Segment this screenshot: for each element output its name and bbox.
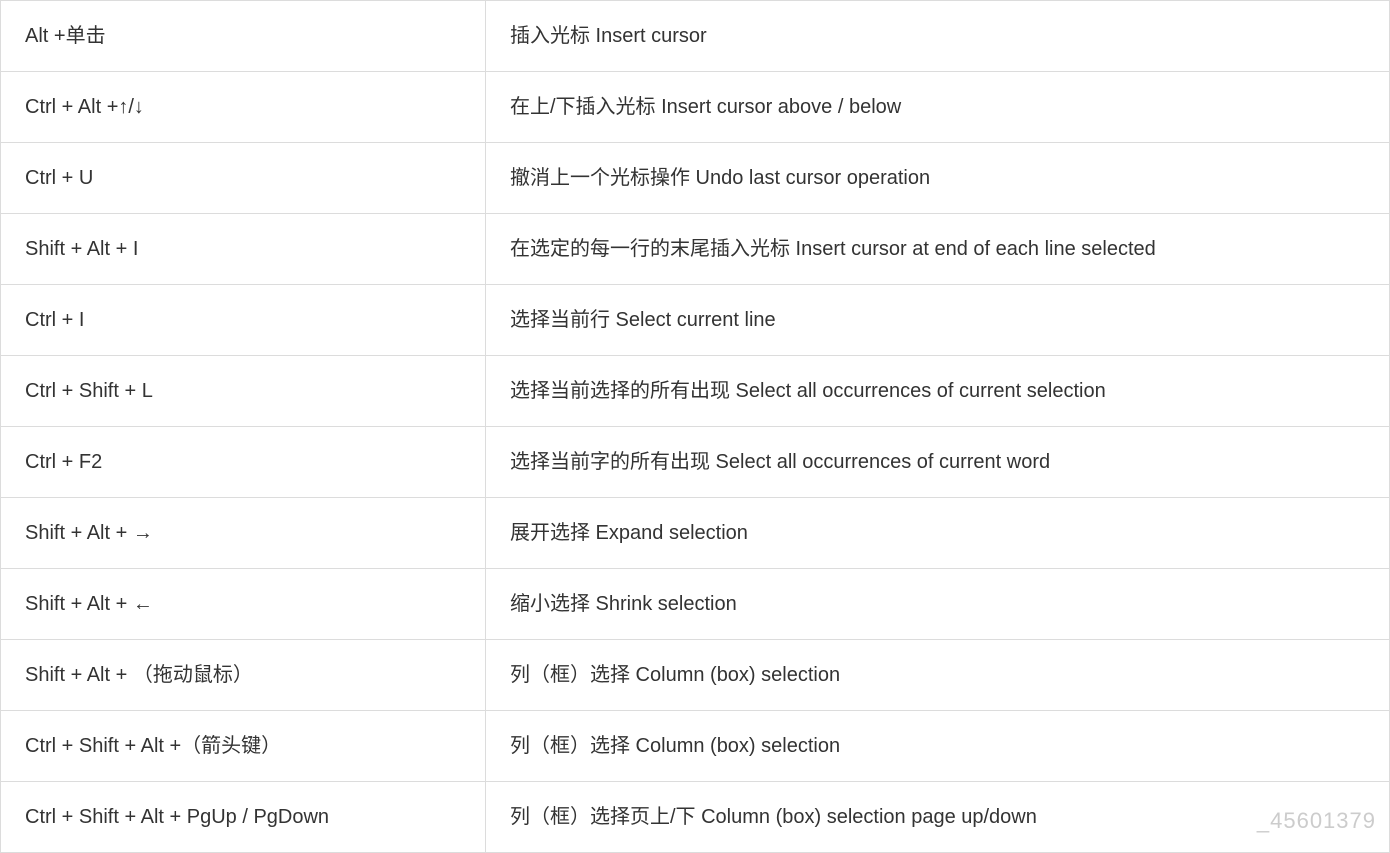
shortcut-keys: Shift + Alt + （拖动鼠标） [1,640,486,711]
shortcut-description: 选择当前选择的所有出现 Select all occurrences of cu… [486,356,1390,427]
shortcut-keys: Ctrl + Shift + Alt + PgUp / PgDown [1,782,486,853]
shortcut-keys: Ctrl + F2 [1,427,486,498]
table-row: Ctrl + Shift + Alt +（箭头键） 列（框）选择 Column … [1,711,1390,782]
table-row: Ctrl + Shift + Alt + PgUp / PgDown 列（框）选… [1,782,1390,853]
table-row: Ctrl + I 选择当前行 Select current line [1,285,1390,356]
shortcut-keys: Ctrl + I [1,285,486,356]
table-row: Alt +单击 插入光标 Insert cursor [1,1,1390,72]
table-row: Shift + Alt + → 展开选择 Expand selection [1,498,1390,569]
shortcut-keys: Ctrl + U [1,143,486,214]
table-row: Ctrl + Alt +↑/↓ 在上/下插入光标 Insert cursor a… [1,72,1390,143]
shortcut-description: 列（框）选择 Column (box) selection [486,640,1390,711]
table-row: Shift + Alt + ← 缩小选择 Shrink selection [1,569,1390,640]
table-row: Ctrl + F2 选择当前字的所有出现 Select all occurren… [1,427,1390,498]
shortcut-keys: Shift + Alt + ← [1,569,486,640]
shortcut-keys: Ctrl + Alt +↑/↓ [1,72,486,143]
shortcut-description: 缩小选择 Shrink selection [486,569,1390,640]
shortcut-keys: Ctrl + Shift + Alt +（箭头键） [1,711,486,782]
shortcut-description: 在选定的每一行的末尾插入光标 Insert cursor at end of e… [486,214,1390,285]
shortcut-description: 插入光标 Insert cursor [486,1,1390,72]
shortcut-description: 在上/下插入光标 Insert cursor above / below [486,72,1390,143]
shortcut-keys: Ctrl + Shift + L [1,356,486,427]
shortcut-description: 选择当前行 Select current line [486,285,1390,356]
table-row: Shift + Alt + I 在选定的每一行的末尾插入光标 Insert cu… [1,214,1390,285]
shortcut-keys: Shift + Alt + → [1,498,486,569]
shortcut-description: 撤消上一个光标操作 Undo last cursor operation [486,143,1390,214]
shortcut-description: 列（框）选择页上/下 Column (box) selection page u… [486,782,1390,853]
shortcut-description: 列（框）选择 Column (box) selection [486,711,1390,782]
shortcut-description: 展开选择 Expand selection [486,498,1390,569]
shortcut-description: 选择当前字的所有出现 Select all occurrences of cur… [486,427,1390,498]
shortcut-keys: Alt +单击 [1,1,486,72]
table-row: Ctrl + Shift + L 选择当前选择的所有出现 Select all … [1,356,1390,427]
table-row: Shift + Alt + （拖动鼠标） 列（框）选择 Column (box)… [1,640,1390,711]
shortcut-keys: Shift + Alt + I [1,214,486,285]
shortcuts-tbody: Alt +单击 插入光标 Insert cursor Ctrl + Alt +↑… [1,1,1390,853]
shortcuts-table: Alt +单击 插入光标 Insert cursor Ctrl + Alt +↑… [0,0,1390,853]
table-row: Ctrl + U 撤消上一个光标操作 Undo last cursor oper… [1,143,1390,214]
